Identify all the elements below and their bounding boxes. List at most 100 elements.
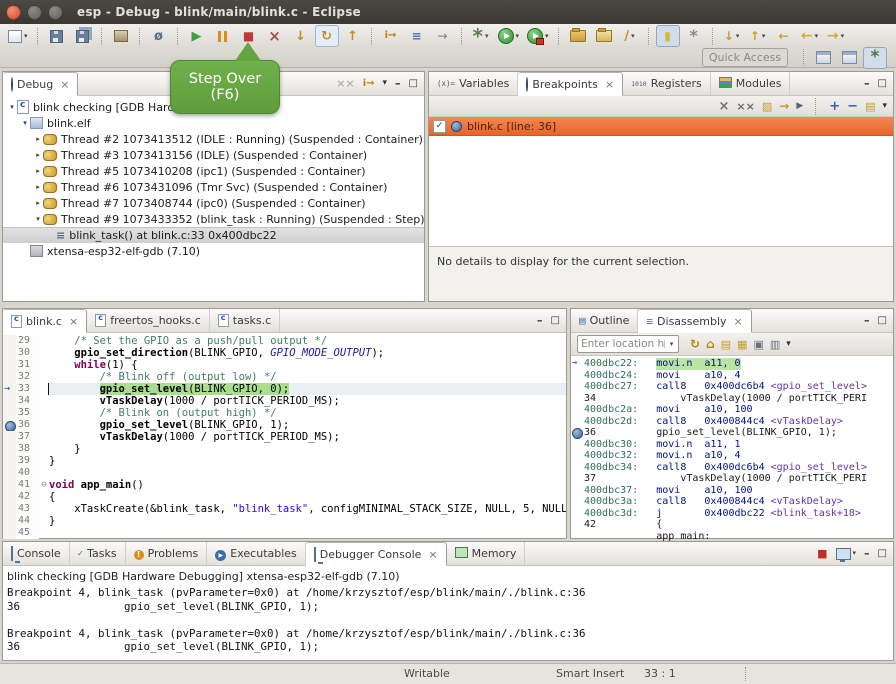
annotation-ruler[interactable] (3, 455, 16, 467)
search-button[interactable]: * (682, 25, 706, 47)
debug-tree-item[interactable]: ▸Thread #3 1073413156 (IDLE) (Suspended … (3, 147, 424, 163)
build-button[interactable] (109, 25, 133, 47)
annotation-ruler[interactable]: → (3, 383, 16, 395)
debug-tree-item[interactable]: ▸Thread #6 1073431096 (Tmr Svc) (Suspend… (3, 179, 424, 195)
annotation-ruler[interactable] (3, 443, 16, 455)
window-maximize-button[interactable] (48, 5, 63, 20)
tab-executables[interactable]: ▶Executables (207, 542, 306, 565)
step-into-button[interactable]: ↓ (289, 25, 313, 47)
code-editor[interactable]: 29 /* Set the GPIO as a push/pull output… (3, 333, 566, 541)
location-input[interactable]: Enter location here ▾ (577, 335, 679, 353)
debug-tree-item[interactable]: ▸Thread #7 1073408744 (ipc0) (Suspended … (3, 195, 424, 211)
minimize-icon[interactable]: – (395, 78, 401, 89)
view-menu-icon[interactable]: ▾ (383, 79, 388, 88)
annotation-ruler[interactable] (3, 431, 16, 443)
console-content[interactable]: blink checking [GDB Hardware Debugging] … (3, 566, 893, 661)
code-text[interactable]: vTaskDelay(1000 / portTICK_PERIOD_MS); (49, 431, 566, 443)
tab-close-icon[interactable]: × (428, 548, 437, 561)
debug-tree-item[interactable]: ▸Thread #2 1073413512 (IDLE : Running) (… (3, 131, 424, 147)
next-annotation-button[interactable]: ↓▾ (720, 25, 744, 47)
code-text[interactable]: gpio_set_direction(BLINK_GPIO, GPIO_MODE… (49, 347, 566, 359)
instruction-stepping-toggle[interactable]: i→ (379, 25, 403, 47)
maximize-icon[interactable]: □ (878, 79, 887, 89)
save-button[interactable] (45, 25, 69, 47)
maximize-icon[interactable]: □ (409, 79, 418, 89)
tab-freertos-hooks-c[interactable]: cfreertos_hooks.c (87, 309, 210, 332)
display-selected-console-icon[interactable]: ▾ (836, 548, 857, 560)
annotation-ruler[interactable] (3, 419, 16, 431)
open-new-view-icon[interactable]: ▣ (753, 339, 763, 350)
skip-all-breakpoints-button[interactable]: ø (147, 25, 171, 47)
tab-disassembly[interactable]: ≡Disassembly× (638, 309, 751, 333)
show-breakpoints-supported-icon[interactable]: ▨ (762, 101, 772, 112)
step-over-button[interactable]: ↻ (315, 25, 339, 47)
remove-breakpoint-icon[interactable]: × (719, 100, 730, 113)
mark-occurrences-toggle[interactable]: ▮ (656, 25, 680, 47)
tab-close-icon[interactable]: × (734, 315, 743, 328)
code-text[interactable]: gpio_set_level(BLINK_GPIO, 1); (49, 419, 566, 431)
code-text[interactable] (49, 527, 566, 539)
open-perspective-button[interactable] (811, 47, 835, 69)
tree-expander-icon[interactable]: ▸ (33, 183, 43, 191)
annotation-ruler[interactable] (3, 527, 16, 539)
tree-expander-icon[interactable]: ▸ (33, 135, 43, 143)
remove-all-terminated-icon[interactable]: ×× (336, 78, 354, 89)
debug-tree-item[interactable]: ≡blink_task() at blink.c:33 0x400dbc22 (3, 227, 424, 243)
code-text[interactable]: /* Set the GPIO as a push/pull output */ (49, 335, 566, 347)
forward-button[interactable]: →▾ (824, 25, 848, 47)
tree-expander-icon[interactable]: ▾ (7, 103, 17, 111)
last-edit-location-button[interactable]: ← (772, 25, 796, 47)
code-text[interactable]: /* Blink off (output low) */ (49, 371, 566, 383)
tab-blink-c[interactable]: cblink.c× (3, 309, 87, 333)
select-default-icon[interactable]: ▶ (796, 102, 803, 111)
annotation-ruler[interactable] (3, 503, 16, 515)
tab-modules[interactable]: Modules (711, 72, 791, 95)
tab-debugger-console[interactable]: Debugger Console× (306, 542, 447, 566)
annotation-ruler[interactable] (3, 335, 16, 347)
debug-context-button[interactable]: → (431, 25, 455, 47)
resume-button[interactable]: ▶ (185, 25, 209, 47)
tab-close-icon[interactable]: × (69, 315, 78, 328)
window-titlebar[interactable]: esp - Debug - blink/main/blink.c - Eclip… (0, 0, 896, 24)
tree-expander-icon[interactable]: ▾ (33, 215, 43, 223)
go-to-file-icon[interactable]: → (779, 100, 789, 112)
combo-dropdown-icon[interactable]: ▾ (664, 340, 678, 348)
annotation-ruler[interactable] (3, 395, 16, 407)
code-text[interactable]: } (49, 455, 566, 467)
terminate-console-icon[interactable]: ■ (817, 548, 827, 559)
debug-tree-item[interactable]: xtensa-esp32-elf-gdb (7.10) (3, 243, 424, 259)
tab-close-icon[interactable]: × (60, 78, 69, 91)
suspend-button[interactable] (211, 25, 235, 47)
tab-outline[interactable]: ▤Outline (571, 309, 638, 332)
debug-tree-item[interactable]: ▾blink.elf (3, 115, 424, 131)
tab-memory[interactable]: Memory (447, 542, 526, 565)
home-icon[interactable]: ⌂ (706, 338, 715, 350)
new-wizard-button[interactable]: ▾ (5, 25, 31, 47)
tab-close-icon[interactable]: × (605, 78, 614, 91)
annotation-ruler[interactable] (3, 371, 16, 383)
maximize-icon[interactable]: □ (878, 316, 887, 326)
instruction-stepping-icon[interactable]: i→ (363, 79, 375, 89)
maximize-icon[interactable]: □ (878, 549, 887, 559)
tab-tasks-c[interactable]: ctasks.c (210, 309, 280, 332)
minimize-icon[interactable]: – (864, 78, 870, 89)
tab-variables[interactable]: (x)=Variables (429, 72, 518, 95)
tree-expander-icon[interactable]: ▸ (33, 167, 43, 175)
debug-tree-item[interactable]: ▾Thread #9 1073433352 (blink_task : Runn… (3, 211, 424, 227)
window-minimize-button[interactable] (27, 5, 42, 20)
sync-selection-toggle[interactable]: ▦ (737, 339, 747, 350)
debug-perspective-button[interactable]: * (863, 47, 887, 69)
annotation-ruler[interactable] (3, 467, 16, 479)
annotation-ruler[interactable] (3, 491, 16, 503)
annotation-ruler[interactable] (3, 407, 16, 419)
tree-expander-icon[interactable]: ▸ (33, 199, 43, 207)
breakpoint-row[interactable]: ✓blink.c [line: 36] (429, 117, 893, 136)
tree-expander-icon[interactable]: ▾ (20, 119, 30, 127)
code-text[interactable]: void app_main() (49, 479, 566, 491)
code-text[interactable]: while(1) { (49, 359, 566, 371)
annotation-ruler[interactable] (3, 479, 16, 491)
quick-access-box[interactable]: Quick Access (702, 48, 788, 67)
back-button[interactable]: ←▾ (798, 25, 822, 47)
collapse-all-icon[interactable]: − (847, 100, 858, 113)
tab-registers[interactable]: 1010Registers (623, 72, 711, 95)
